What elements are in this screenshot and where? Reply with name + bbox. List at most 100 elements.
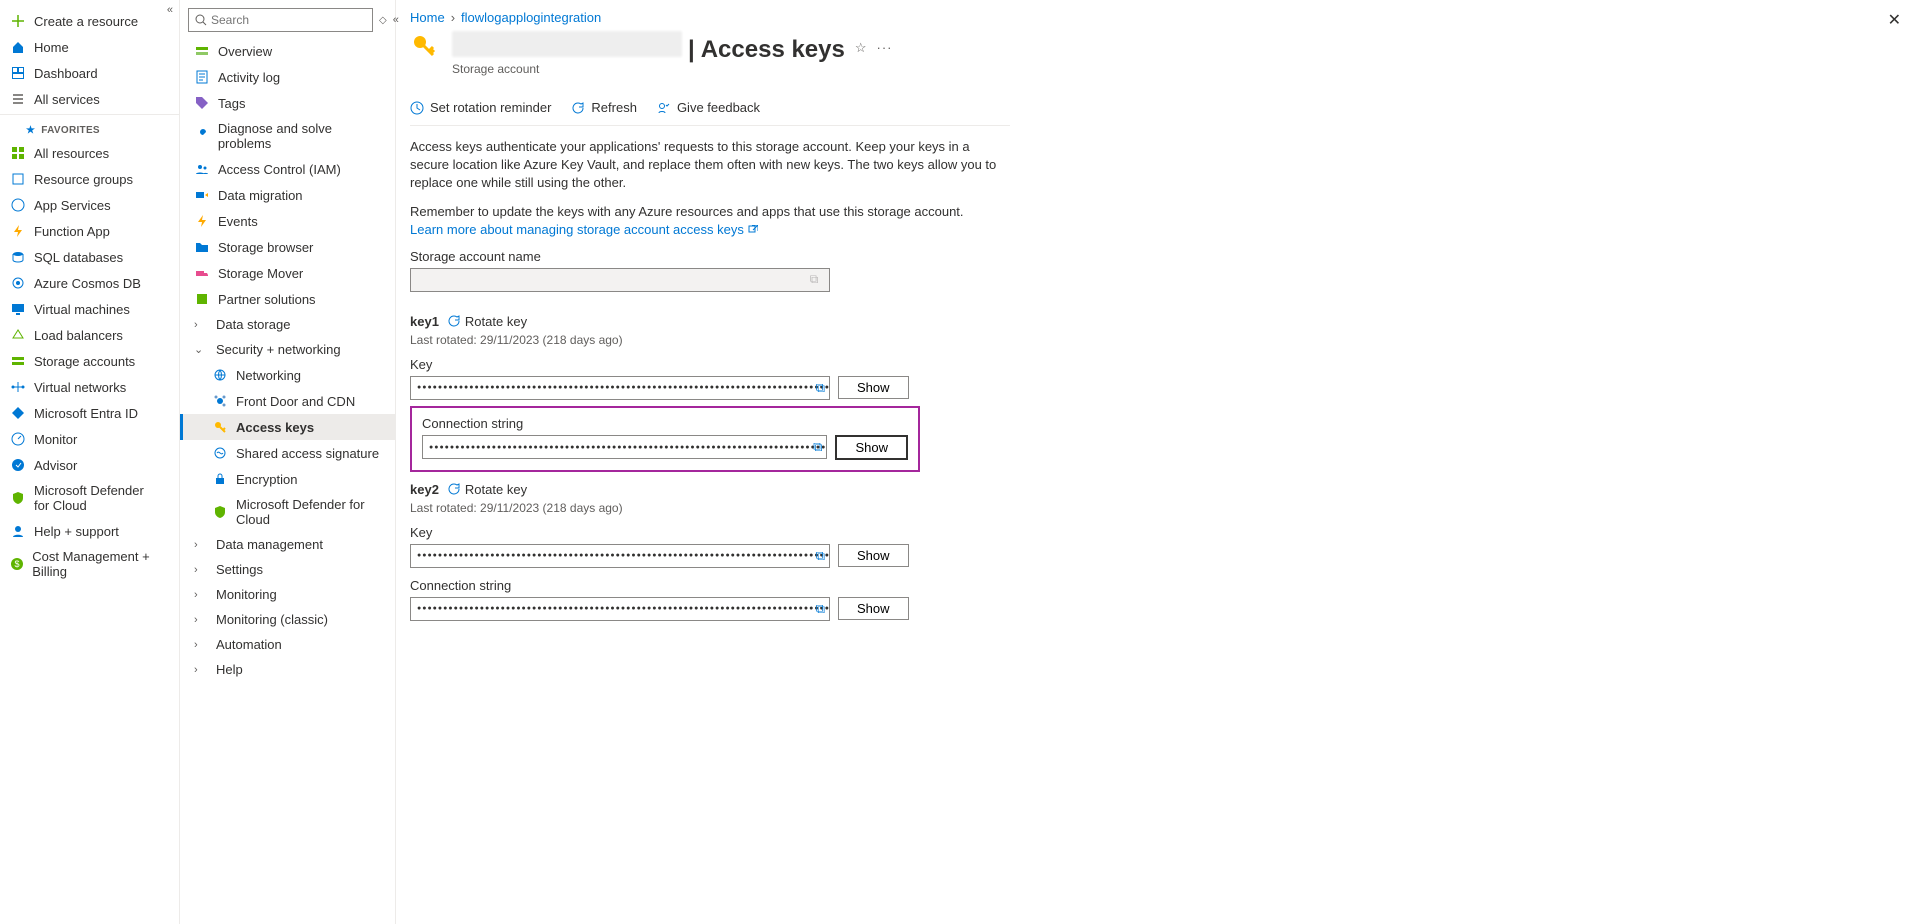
nav-cosmos[interactable]: Azure Cosmos DB: [0, 270, 179, 296]
chevron-right-icon: ›: [194, 664, 208, 676]
rotate-key1-button[interactable]: Rotate key: [447, 314, 527, 329]
learn-more-link[interactable]: Learn more about managing storage accoun…: [410, 222, 758, 237]
nav-resource-groups[interactable]: Resource groups: [0, 166, 179, 192]
key1-conn-field[interactable]: ●●●●●●●●●●●●●●●●●●●●●●●●●●●●●●●●●●●●●●●●…: [422, 435, 827, 459]
breadcrumb: Home › flowlogapplogintegration: [410, 10, 1891, 25]
nav-events[interactable]: Events: [180, 208, 395, 234]
nav-mover[interactable]: Storage Mover: [180, 260, 395, 286]
nav-cost[interactable]: $Cost Management + Billing: [0, 544, 179, 584]
nav-app-services[interactable]: App Services: [0, 192, 179, 218]
chevron-right-icon: ›: [194, 539, 208, 551]
svg-text:$: $: [15, 559, 20, 569]
overview-icon: [194, 43, 210, 59]
nav-networking[interactable]: Networking: [180, 362, 395, 388]
global-nav: « Create a resource Home Dashboard All s…: [0, 0, 180, 924]
key2-conn-field[interactable]: ●●●●●●●●●●●●●●●●●●●●●●●●●●●●●●●●●●●●●●●●…: [410, 597, 830, 621]
reveal-icon[interactable]: ⧉: [816, 601, 825, 617]
nav-help[interactable]: ›Help: [180, 657, 395, 682]
more-icon[interactable]: ···: [877, 40, 893, 55]
connection-string-label: Connection string: [422, 416, 908, 431]
nav-lb[interactable]: Load balancers: [0, 322, 179, 348]
nav-activity[interactable]: Activity log: [180, 64, 395, 90]
nav-frontdoor[interactable]: Front Door and CDN: [180, 388, 395, 414]
gauge-icon: [10, 431, 26, 447]
key1-value-field[interactable]: ●●●●●●●●●●●●●●●●●●●●●●●●●●●●●●●●●●●●●●●●…: [410, 376, 830, 400]
collapse-nav-icon[interactable]: «: [167, 4, 173, 16]
show-key2-conn-button[interactable]: Show: [838, 597, 909, 620]
nav-data-mgmt[interactable]: ›Data management: [180, 532, 395, 557]
nav-all-services[interactable]: All services: [0, 86, 179, 112]
key2-value-field[interactable]: ●●●●●●●●●●●●●●●●●●●●●●●●●●●●●●●●●●●●●●●●…: [410, 544, 830, 568]
nav-vnet[interactable]: Virtual networks: [0, 374, 179, 400]
breadcrumb-home[interactable]: Home: [410, 10, 445, 25]
nav-partner[interactable]: Partner solutions: [180, 286, 395, 312]
nav-create-resource[interactable]: Create a resource: [0, 8, 179, 34]
nav-iam[interactable]: Access Control (IAM): [180, 156, 395, 182]
nav-monitoring-classic[interactable]: ›Monitoring (classic): [180, 607, 395, 632]
expand-icon[interactable]: ◇: [379, 15, 387, 26]
refresh-button[interactable]: Refresh: [571, 100, 637, 115]
close-blade-icon[interactable]: ✕: [1888, 10, 1901, 30]
nav-sas[interactable]: Shared access signature: [180, 440, 395, 466]
nav-monitor[interactable]: Monitor: [0, 426, 179, 452]
grid-icon: [10, 145, 26, 161]
lightning-icon: [10, 223, 26, 239]
signature-icon: [212, 445, 228, 461]
feedback-button[interactable]: Give feedback: [657, 100, 760, 115]
nav-settings[interactable]: ›Settings: [180, 557, 395, 582]
nav-tags[interactable]: Tags: [180, 90, 395, 116]
show-key2-button[interactable]: Show: [838, 544, 909, 567]
nav-help[interactable]: Help + support: [0, 518, 179, 544]
nav-browser[interactable]: Storage browser: [180, 234, 395, 260]
nav-defender[interactable]: Microsoft Defender for Cloud: [0, 478, 179, 518]
page-title: | Access keys: [452, 31, 845, 64]
people-icon: [194, 161, 210, 177]
rotate-key2-button[interactable]: Rotate key: [447, 482, 527, 497]
connection-string-label: Connection string: [410, 578, 1891, 593]
plus-icon: [10, 13, 26, 29]
nav-storage[interactable]: Storage accounts: [0, 348, 179, 374]
breadcrumb-resource[interactable]: flowlogapplogintegration: [461, 10, 601, 25]
copy-icon[interactable]: ⧉: [805, 272, 823, 287]
resource-search[interactable]: [188, 8, 373, 32]
log-icon: [194, 69, 210, 85]
nav-dashboard[interactable]: Dashboard: [0, 60, 179, 86]
storage-account-field[interactable]: ⧉: [410, 268, 830, 292]
nav-security-group[interactable]: ⌄Security + networking: [180, 337, 395, 362]
show-key1-button[interactable]: Show: [838, 376, 909, 399]
main-content: ✕ Home › flowlogapplogintegration | Acce…: [396, 0, 1911, 924]
nav-access-keys[interactable]: Access keys: [180, 414, 395, 440]
dashboard-icon: [10, 65, 26, 81]
key-icon: [212, 419, 228, 435]
set-rotation-button[interactable]: Set rotation reminder: [410, 100, 551, 115]
nav-all-resources[interactable]: All resources: [0, 140, 179, 166]
chevron-right-icon: ›: [194, 319, 208, 331]
nav-monitoring[interactable]: ›Monitoring: [180, 582, 395, 607]
nav-sql[interactable]: SQL databases: [0, 244, 179, 270]
truck-icon: [194, 265, 210, 281]
nav-encryption[interactable]: Encryption: [180, 466, 395, 492]
nav-label: Home: [34, 40, 69, 55]
nav-automation[interactable]: ›Automation: [180, 632, 395, 657]
show-key1-conn-button[interactable]: Show: [835, 435, 908, 460]
nav-function-app[interactable]: Function App: [0, 218, 179, 244]
nav-data-storage[interactable]: ›Data storage: [180, 312, 395, 337]
globe-icon: [10, 197, 26, 213]
reveal-icon[interactable]: ⧉: [816, 380, 825, 396]
nav-advisor[interactable]: Advisor: [0, 452, 179, 478]
nav-diagnose[interactable]: Diagnose and solve problems: [180, 116, 395, 156]
reveal-icon[interactable]: ⧉: [813, 439, 822, 455]
search-input[interactable]: [211, 13, 366, 27]
nav-overview[interactable]: Overview: [180, 38, 395, 64]
wrench-icon: [194, 128, 210, 144]
nav-entra[interactable]: Microsoft Entra ID: [0, 400, 179, 426]
puzzle-icon: [194, 291, 210, 307]
reveal-icon[interactable]: ⧉: [816, 548, 825, 564]
nav-home[interactable]: Home: [0, 34, 179, 60]
nav-vms[interactable]: Virtual machines: [0, 296, 179, 322]
nav-migration[interactable]: Data migration: [180, 182, 395, 208]
favorite-icon[interactable]: ☆: [855, 40, 867, 56]
chevron-right-icon: ›: [194, 589, 208, 601]
key-label: Key: [410, 525, 1891, 540]
nav-defender-sub[interactable]: Microsoft Defender for Cloud: [180, 492, 395, 532]
